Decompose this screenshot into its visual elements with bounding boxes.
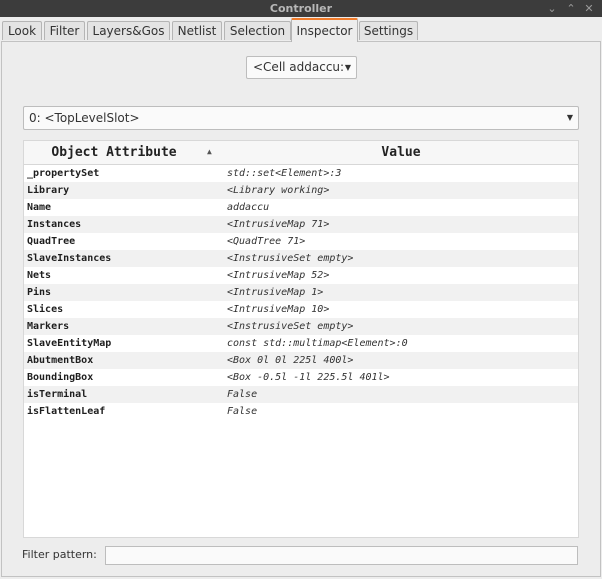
attribute-name: Instances: [27, 219, 82, 230]
attribute-value: <QuadTree 71>: [227, 236, 306, 247]
table-row[interactable]: AbutmentBox <Box 0l 0l 225l 400l>: [24, 352, 578, 369]
table-row[interactable]: Nets <IntrusiveMap 52>: [24, 267, 578, 284]
table-row[interactable]: SlaveEntityMap const std::multimap<Elemen…: [24, 335, 578, 352]
table-row[interactable]: BoundingBox <Box -0.5l -1l 225.5l 401l>: [24, 369, 578, 386]
table-row[interactable]: Library <Library working>: [24, 182, 578, 199]
table-row[interactable]: isFlattenLeaf False: [24, 403, 578, 420]
table-row[interactable]: Slices <IntrusiveMap 10>: [24, 301, 578, 318]
tab-layers-gos[interactable]: Layers&Gos: [87, 21, 170, 40]
attribute-value: False: [227, 389, 258, 400]
cell-selector[interactable]: <Cell addaccu: ▼: [246, 56, 357, 79]
attribute-name: Name: [27, 202, 52, 213]
attribute-value: False: [227, 406, 258, 417]
table-row[interactable]: QuadTree <QuadTree 71>: [24, 233, 578, 250]
attribute-value: <IntrusiveMap 1>: [227, 287, 324, 298]
table-header: Object Attribute ▲ Value: [24, 141, 578, 165]
maximize-icon[interactable]: ⌃: [564, 0, 578, 17]
tab-netlist[interactable]: Netlist: [172, 21, 222, 40]
table-row[interactable]: _propertySet std::set<Element>:3: [24, 165, 578, 182]
cell-selector-value: <Cell addaccu:: [253, 60, 345, 74]
attribute-value: <InstrusiveSet empty>: [227, 253, 354, 264]
attribute-value: <InstrusiveSet empty>: [227, 321, 354, 332]
sort-ascending-icon: ▲: [207, 147, 212, 156]
attribute-value: <IntrusiveMap 10>: [227, 304, 330, 315]
attribute-value: <Box -0.5l -1l 225.5l 401l>: [227, 372, 390, 383]
attribute-value: <IntrusiveMap 52>: [227, 270, 330, 281]
attribute-name: isTerminal: [27, 389, 88, 400]
tab-look[interactable]: Look: [2, 21, 42, 40]
minimize-icon[interactable]: ⌄: [545, 0, 559, 17]
tab-inspector[interactable]: Inspector: [291, 18, 358, 42]
attribute-name: Pins: [27, 287, 52, 298]
table-row[interactable]: Pins <IntrusiveMap 1>: [24, 284, 578, 301]
tab-selection[interactable]: Selection: [224, 21, 291, 40]
table-row[interactable]: Markers <InstrusiveSet empty>: [24, 318, 578, 335]
window-title: Controller: [269, 2, 333, 15]
attribute-name: SlaveInstances: [27, 253, 112, 264]
attribute-name: BoundingBox: [27, 372, 94, 383]
attribute-name: Nets: [27, 270, 52, 281]
tab-settings[interactable]: Settings: [359, 21, 418, 40]
attribute-name: Markers: [27, 321, 70, 332]
attribute-table: Object Attribute ▲ Value _propertySet std…: [23, 140, 579, 538]
attribute-name: _propertySet: [27, 168, 100, 179]
attribute-name: Slices: [27, 304, 64, 315]
column-header-value[interactable]: Value: [224, 141, 578, 164]
filter-pattern-input[interactable]: [105, 546, 578, 565]
attribute-value: <Library working>: [227, 185, 330, 196]
attribute-value: <IntrusiveMap 71>: [227, 219, 330, 230]
tab-filter[interactable]: Filter: [44, 21, 85, 40]
attribute-value: addaccu: [227, 202, 270, 213]
dropdown-arrow-icon: ▼: [566, 113, 573, 122]
table-row[interactable]: Name addaccu: [24, 199, 578, 216]
slot-selector-value: 0: <TopLevelSlot>: [29, 111, 140, 125]
table-row[interactable]: Instances <IntrusiveMap 71>: [24, 216, 578, 233]
table-row[interactable]: isTerminal False: [24, 386, 578, 403]
column-header-attribute[interactable]: Object Attribute: [24, 141, 204, 164]
attribute-name: Library: [27, 185, 70, 196]
filter-label: Filter pattern:: [22, 548, 97, 561]
attribute-value: std::set<Element>:3: [227, 168, 342, 179]
dropdown-arrow-icon: ▼: [344, 63, 351, 72]
attribute-name: isFlattenLeaf: [27, 406, 106, 417]
attribute-name: AbutmentBox: [27, 355, 94, 366]
attribute-value: const std::multimap<Element>:0: [227, 338, 408, 349]
attribute-name: SlaveEntityMap: [27, 338, 112, 349]
title-bar: Controller ⌄ ⌃ ✕: [0, 0, 602, 17]
table-row[interactable]: SlaveInstances <InstrusiveSet empty>: [24, 250, 578, 267]
slot-selector[interactable]: 0: <TopLevelSlot> ▼: [23, 106, 579, 130]
attribute-name: QuadTree: [27, 236, 76, 247]
close-icon[interactable]: ✕: [582, 0, 596, 17]
attribute-value: <Box 0l 0l 225l 400l>: [227, 355, 354, 366]
